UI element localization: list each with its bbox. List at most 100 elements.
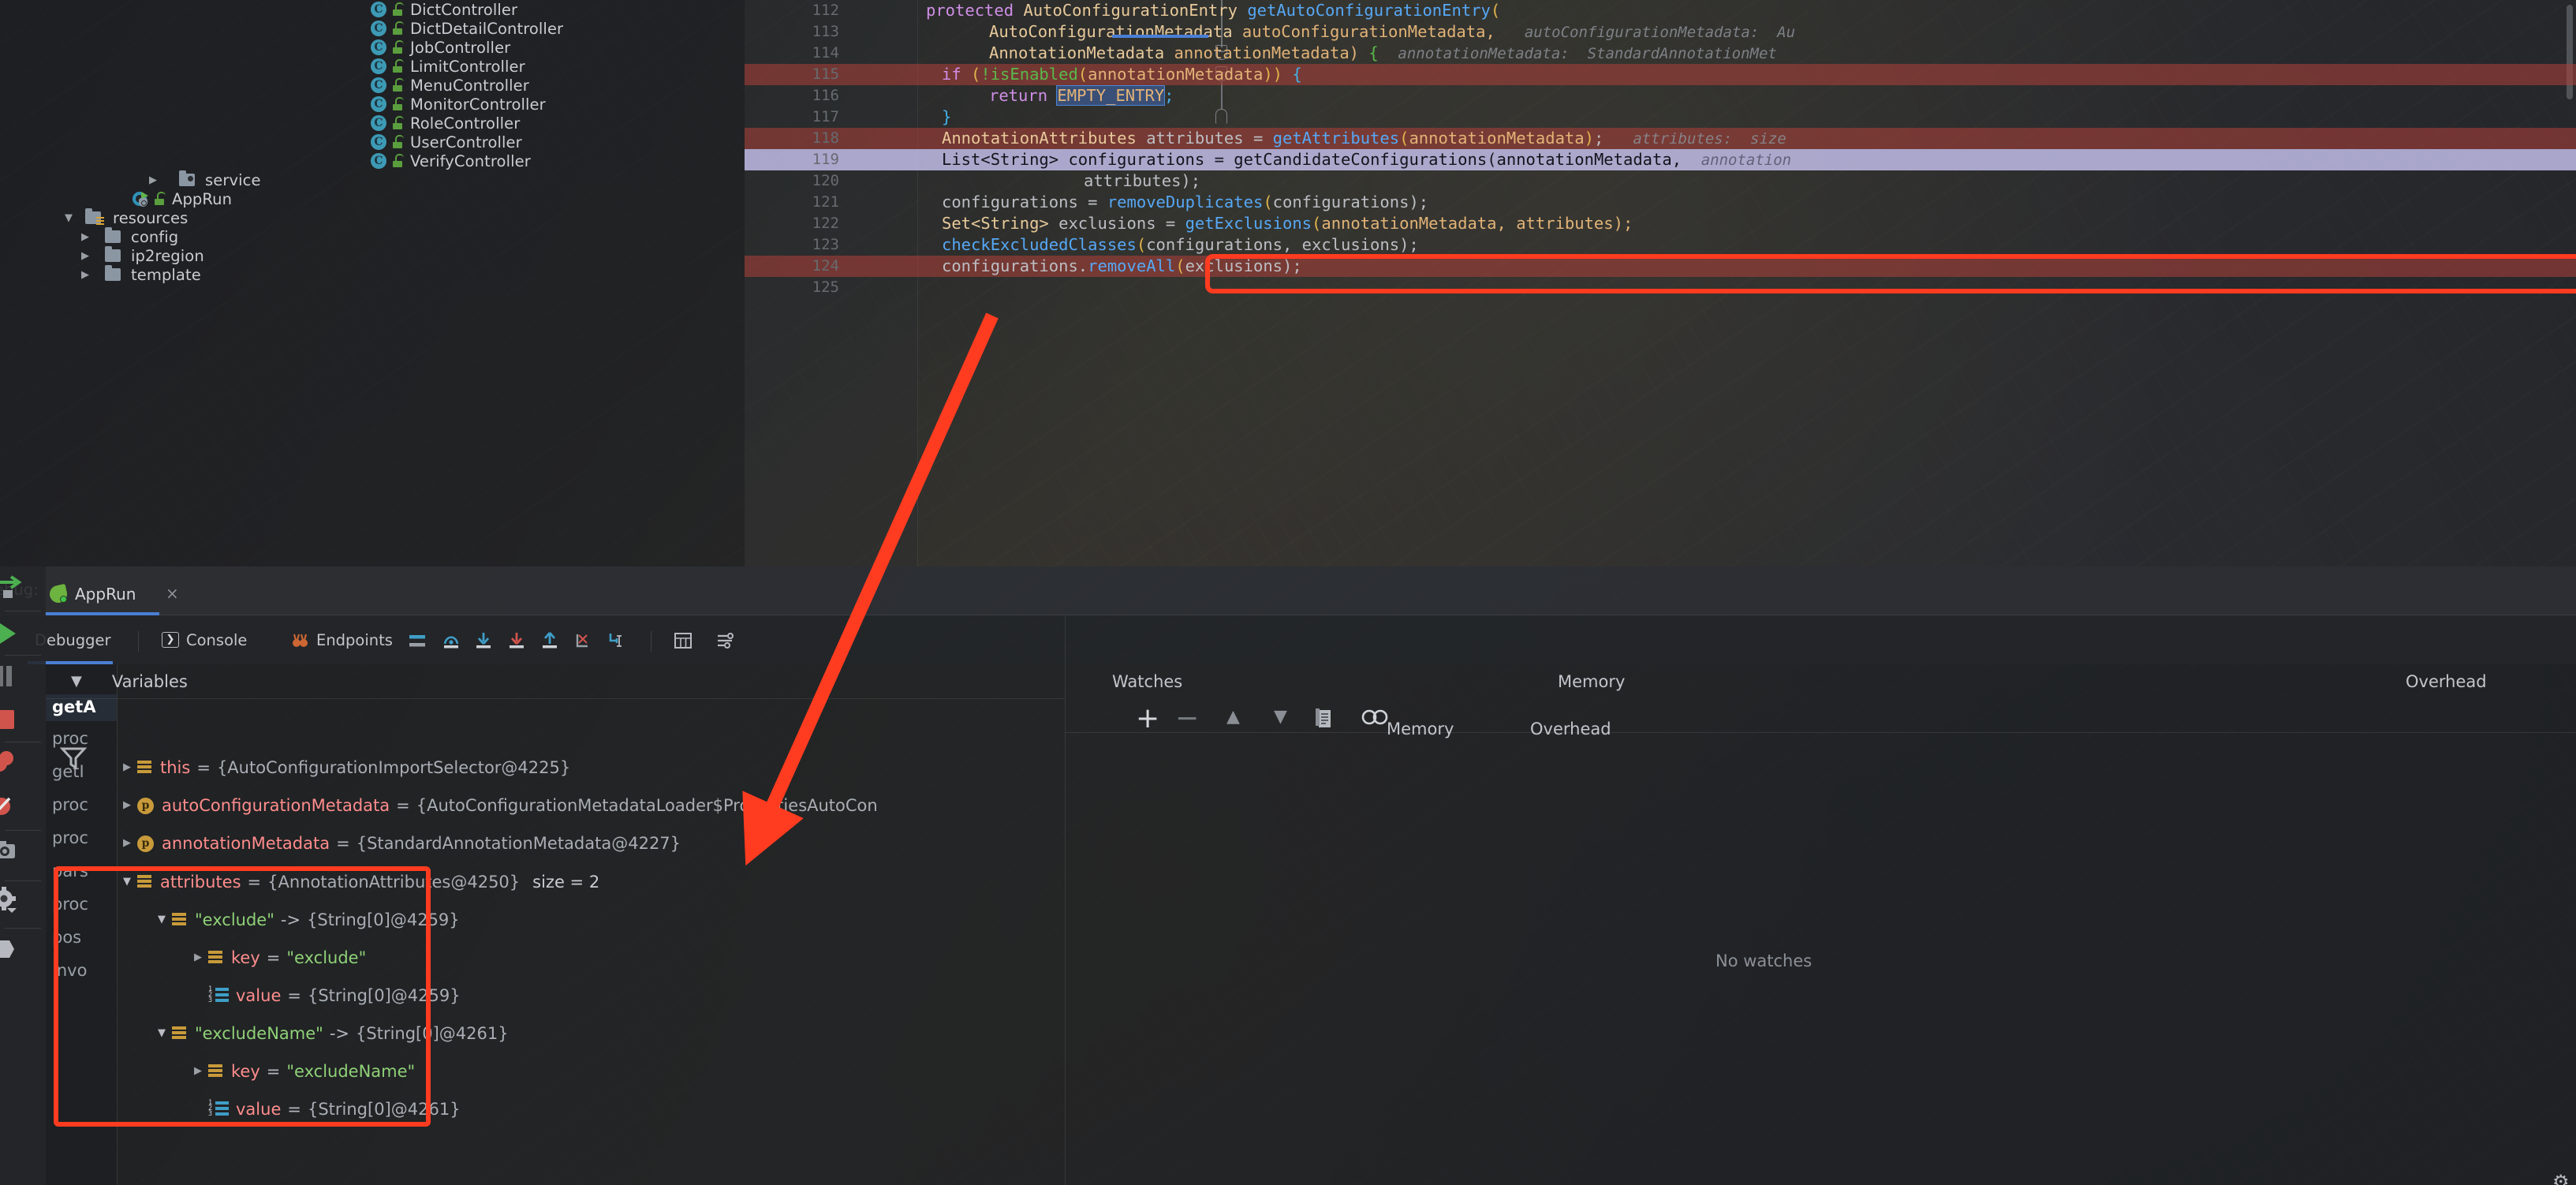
code-line-119[interactable]: 119 List<String> configurations = getCan…: [745, 149, 2576, 170]
debug-toolbar[interactable]: Debugger ❯ Console Endpoints: [24, 615, 2576, 664]
chevron-right-icon[interactable]: ▶: [77, 232, 94, 242]
tree-item-menucontroller[interactable]: C MenuController: [371, 76, 529, 95]
settings-icon[interactable]: [715, 631, 736, 653]
chevron-down-icon[interactable]: ▼: [151, 908, 172, 932]
add-watch-icon[interactable]: +: [1136, 705, 1159, 733]
frames-list[interactable]: getA proc getI proc proc pars proc pos i…: [46, 664, 117, 1185]
tab-console[interactable]: ❯ Console: [162, 628, 247, 652]
variable-row-excludename-key[interactable]: ▶ key = "excludeName": [188, 1060, 415, 1083]
code-line-121[interactable]: 121 configurations = removeDuplicates(co…: [745, 192, 2576, 213]
chevron-right-icon[interactable]: ▶: [117, 794, 137, 817]
code-line-112[interactable]: 112 protected AutoConfigurationEntry get…: [745, 0, 2576, 21]
step-into-icon[interactable]: [474, 631, 493, 653]
chevron-down-icon[interactable]: ▼: [117, 870, 137, 894]
chevron-right-icon[interactable]: ▶: [188, 1060, 208, 1083]
view-breakpoints-icon[interactable]: [0, 750, 22, 779]
code-line-122[interactable]: 122 Set<String> exclusions = getExclusio…: [745, 213, 2576, 234]
pause-program-icon[interactable]: [0, 663, 24, 693]
stop-icon[interactable]: [0, 707, 24, 737]
chevron-right-icon[interactable]: ▶: [117, 756, 137, 779]
force-step-into-icon[interactable]: [507, 631, 526, 653]
chevron-down-icon[interactable]: ▼: [60, 213, 77, 223]
project-tree-panel[interactable]: C DictController C DictDetailController …: [0, 0, 745, 566]
frame-item[interactable]: pars: [52, 858, 88, 884]
code-line-123[interactable]: 123 checkExcludedClasses(configurations,…: [745, 234, 2576, 256]
tree-item-jobcontroller[interactable]: C JobController: [371, 38, 510, 57]
resume-program-icon[interactable]: [0, 620, 27, 650]
code-line-120[interactable]: 120 attributes);: [745, 170, 2576, 192]
move-down-icon[interactable]: ▼: [1274, 707, 1287, 727]
variable-row-exclude-entry[interactable]: ▼ "exclude" -> {String[0]@4259}: [151, 908, 460, 932]
chevron-right-icon[interactable]: ▶: [188, 946, 208, 970]
code-line-124[interactable]: 124 configurations.removeAll(exclusions)…: [745, 256, 2576, 277]
step-over-icon[interactable]: [441, 631, 463, 653]
chevron-right-icon[interactable]: ▶: [117, 832, 137, 855]
filter-icon[interactable]: [59, 745, 88, 773]
variable-row-exclude-key[interactable]: ▶ key = "exclude": [188, 946, 366, 970]
code-editor[interactable]: − − 112 protected AutoConfigurationEntry…: [745, 0, 2576, 566]
chevron-right-icon[interactable]: ▶: [77, 251, 94, 261]
variable-row-exclude-value[interactable]: ▶ 123 value = {String[0]@4259}: [188, 984, 461, 1007]
selected-identifier[interactable]: EMPTY_ENTRY: [1056, 85, 1166, 106]
variable-row-excludename-entry[interactable]: ▼ "excludeName" -> {String[0]@4261}: [151, 1022, 509, 1045]
chevron-down-icon[interactable]: ▼: [71, 673, 82, 690]
tree-item-apprun[interactable]: AppRun: [133, 189, 232, 208]
settings-gear-icon[interactable]: ⚙: [2552, 1171, 2570, 1185]
tree-item-resources[interactable]: ▼ resources: [60, 208, 188, 227]
tree-item-rolecontroller[interactable]: C RoleController: [371, 114, 520, 133]
tree-item-ip2region[interactable]: ▶ ip2region: [77, 246, 204, 265]
step-out-icon[interactable]: [540, 631, 559, 653]
run-to-cursor-icon[interactable]: [607, 631, 625, 653]
debug-side-toolbar[interactable]: [0, 566, 46, 1185]
tab-watches[interactable]: Watches: [1112, 672, 1182, 691]
move-up-icon[interactable]: ▲: [1226, 707, 1240, 727]
tab-overhead[interactable]: Overhead: [2406, 672, 2487, 691]
tree-item-monitorcontroller[interactable]: C MonitorController: [371, 95, 546, 114]
layout-icon[interactable]: [0, 936, 25, 966]
code-line-116[interactable]: 116 return EMPTY_ENTRY;: [745, 85, 2576, 107]
variable-row-this[interactable]: ▶ this = {AutoConfigurationImportSelecto…: [117, 756, 570, 779]
tab-memory[interactable]: Memory: [1558, 672, 1625, 691]
drop-frame-icon[interactable]: [573, 631, 592, 653]
tree-item-template[interactable]: ▶ template: [77, 265, 201, 284]
code-line-114[interactable]: 114 AnnotationMetadata annotationMetadat…: [745, 43, 2576, 64]
variable-row-excludename-value[interactable]: ▶ 123 value = {String[0]@4261}: [188, 1097, 461, 1121]
mute-breakpoints-icon[interactable]: [0, 794, 22, 824]
variable-row-autoconfigurationmetadata[interactable]: ▶ p autoConfigurationMetadata = {AutoCon…: [117, 794, 878, 817]
screenshot-icon[interactable]: [0, 838, 24, 868]
frame-item[interactable]: invo: [52, 958, 87, 983]
inspect-icon[interactable]: [1361, 707, 1389, 731]
chevron-right-icon[interactable]: ▶: [144, 175, 162, 185]
copy-icon[interactable]: [1313, 707, 1335, 734]
tab-endpoints[interactable]: Endpoints: [292, 628, 393, 652]
frame-item[interactable]: proc: [52, 825, 88, 850]
close-icon[interactable]: ×: [166, 585, 179, 601]
watches-toolbar[interactable]: + − ▲ ▼: [1065, 701, 2576, 738]
tree-item-service[interactable]: ▶ service: [144, 170, 261, 189]
run-configuration-tab[interactable]: AppRun: [43, 574, 142, 614]
tree-item-dictdetailcontroller[interactable]: C DictDetailController: [371, 19, 563, 38]
tree-item-config[interactable]: ▶ config: [77, 227, 178, 246]
watches-tabbar[interactable]: Watches Memory Overhead: [1065, 664, 2576, 701]
variable-row-annotationmetadata[interactable]: ▶ p annotationMetadata = {StandardAnnota…: [117, 832, 681, 855]
chevron-right-icon[interactable]: ▶: [77, 270, 94, 280]
code-line-113[interactable]: 113 AutoConfigurationMetadata autoConfig…: [745, 21, 2576, 43]
tree-item-usercontroller[interactable]: C UserController: [371, 133, 522, 151]
tree-item-dictcontroller[interactable]: C DictController: [371, 0, 517, 19]
frame-item[interactable]: proc: [52, 792, 88, 817]
chevron-down-icon[interactable]: ▼: [151, 1022, 172, 1045]
tree-item-limitcontroller[interactable]: C LimitController: [371, 57, 525, 76]
code-line-117[interactable]: 117 }: [745, 107, 2576, 128]
tree-item-verifycontroller[interactable]: C VerifyController: [371, 151, 531, 170]
code-line-118[interactable]: 118 AnnotationAttributes attributes = ge…: [745, 128, 2576, 149]
frame-item[interactable]: proc: [52, 892, 88, 917]
settings-gear-icon[interactable]: [0, 887, 24, 918]
remove-watch-icon[interactable]: −: [1175, 705, 1199, 733]
code-line-125[interactable]: 125: [745, 277, 2576, 298]
evaluate-expression-icon[interactable]: [673, 631, 693, 653]
rerun-icon[interactable]: [0, 573, 27, 603]
code-line-115[interactable]: 115 if (!isEnabled(annotationMetadata)) …: [745, 64, 2576, 85]
show-execution-point-icon[interactable]: [408, 631, 428, 653]
variable-row-attributes[interactable]: ▼ attributes = {AnnotationAttributes@425…: [117, 870, 599, 894]
frame-item[interactable]: pos: [52, 925, 81, 950]
